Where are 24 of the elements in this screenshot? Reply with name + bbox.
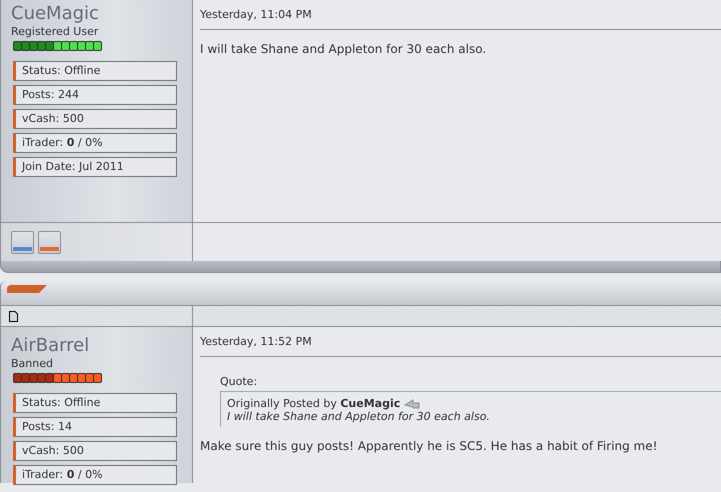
user-info-field: Status: Offline bbox=[13, 61, 177, 81]
username[interactable]: CueMagic bbox=[11, 3, 192, 25]
post-date: Yesterday, 11:52 PM bbox=[200, 327, 721, 357]
user-info-field: iTrader: 0 / 0% bbox=[13, 133, 177, 153]
document-icon bbox=[9, 310, 18, 322]
post-message: Make sure this guy posts! Apparently he is SC5. He has a habit of Firing me! bbox=[200, 439, 658, 453]
user-info-field: Join Date: Jul 2011 bbox=[13, 157, 177, 177]
post-date: Yesterday, 11:04 PM bbox=[200, 0, 721, 30]
username[interactable]: AirBarrel bbox=[11, 335, 192, 357]
user-info-field: Posts: 14 bbox=[13, 417, 177, 437]
view-post-icon[interactable] bbox=[404, 398, 420, 409]
user-info-field: vCash: 500 bbox=[13, 441, 177, 461]
profile-button[interactable] bbox=[11, 230, 34, 254]
message-button[interactable] bbox=[38, 230, 61, 254]
quote-author-line: Originally Posted by CueMagic bbox=[227, 397, 400, 410]
quote-text: I will take Shane and Appleton for 30 each also. bbox=[227, 410, 491, 423]
user-info-field: iTrader: 0 / 0% bbox=[13, 465, 177, 485]
quote-label: Quote: bbox=[220, 375, 258, 388]
user-info-field: Posts: 244 bbox=[13, 85, 177, 105]
user-title: Registered User bbox=[11, 25, 100, 39]
post-message: I will take Shane and Appleton for 30 each also. bbox=[200, 42, 488, 56]
user-info-field: Status: Offline bbox=[13, 393, 177, 413]
user-title: Banned bbox=[11, 357, 54, 371]
user-info-field: vCash: 500 bbox=[13, 109, 177, 129]
